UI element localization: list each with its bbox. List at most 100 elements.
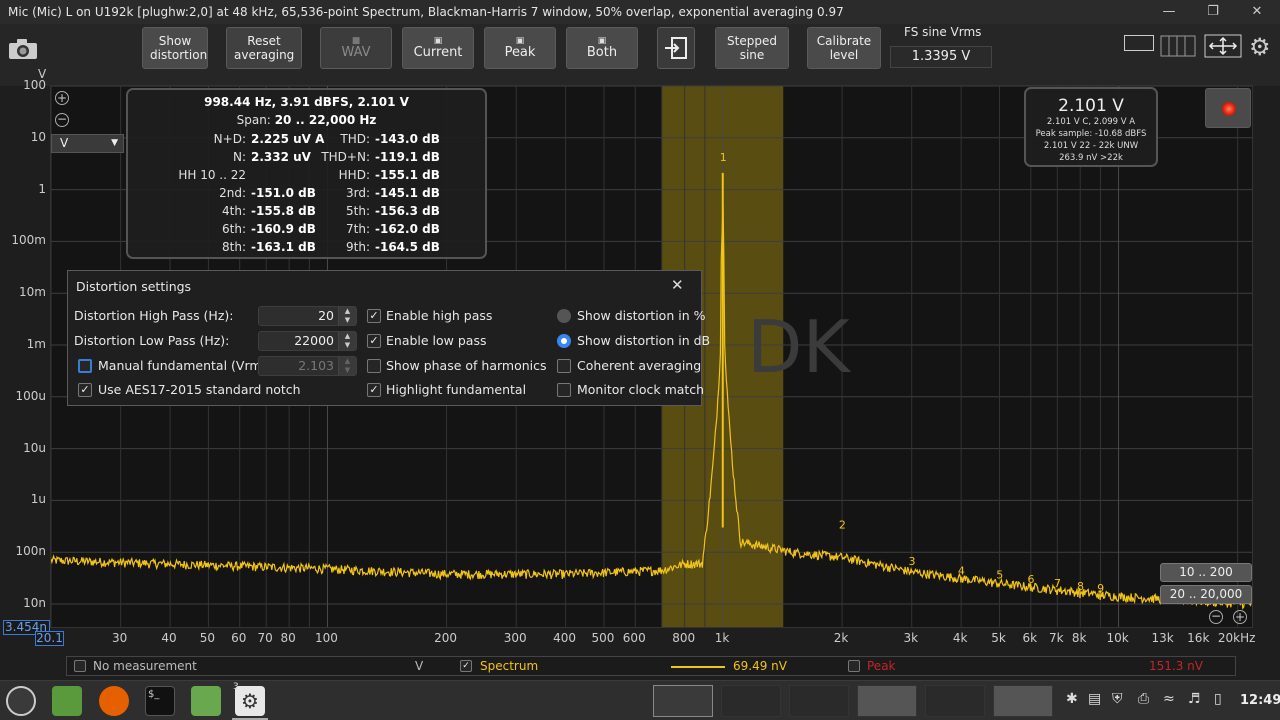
record-icon [1222,102,1236,116]
wav-label: WAV [341,44,371,60]
harmonic-label: 9 [1097,582,1104,595]
both-button[interactable]: ▣ Both [566,27,638,69]
volume-icon[interactable]: ♬ [1188,691,1201,707]
coherent-averaging-label: Coherent averaging [577,358,702,373]
peak-label: Peak [867,659,896,673]
distortion-db-label: Show distortion in dB [577,333,711,348]
x-tick-label: 13k [1151,631,1174,645]
aes17-checkbox[interactable]: ✓ [78,383,92,397]
close-icon[interactable]: ✕ [1246,2,1268,22]
x-zoom-in-icon[interactable]: + [1233,610,1247,624]
range-button-10-200[interactable]: 10 .. 200 [1160,563,1252,582]
x-tick-label: 16k [1187,631,1210,645]
y-tick-label: 100n [15,544,46,559]
harmonic-label: 3 [908,555,915,568]
x-min-input[interactable]: 20.1 [35,631,64,646]
workspace-2[interactable] [721,685,781,717]
enable-high-pass-label: Enable high pass [386,308,493,323]
monitor-clock-checkbox[interactable] [557,383,571,397]
manual-fundamental-checkbox[interactable] [78,359,92,373]
gear-icon[interactable]: ⚙ [235,686,265,716]
reset-averaging-button[interactable]: Reset averaging [226,27,302,69]
gear-icon[interactable]: ⚙ [1249,35,1273,59]
shield-icon[interactable]: ⛨ [1112,691,1123,707]
wifi-icon[interactable]: ≈ [1163,691,1175,707]
x-tick-label: 600 [622,631,646,645]
no-measurement-checkbox[interactable] [74,660,86,672]
phase-harmonics-checkbox[interactable] [367,359,381,373]
both-label: Both [586,44,618,60]
x-zoom-out-icon[interactable]: − [1209,610,1223,624]
stat-right-value: -143.0 dB [375,132,440,146]
peak-label: Peak [504,44,536,60]
split-view-icon[interactable] [1160,35,1196,57]
reset-averaging-label: Reset averaging [234,34,295,62]
bluetooth-icon[interactable]: ✱ [1066,691,1078,707]
distortion-db-radio[interactable] [557,334,571,348]
stat-right-value: -156.3 dB [375,204,440,218]
manual-fundamental-input[interactable]: 2.103 ▲ ▼ [258,356,357,376]
import-button[interactable] [657,27,695,69]
mint-menu-icon[interactable] [6,686,36,716]
y-tick-label: 1m [26,337,46,351]
peak-button[interactable]: ▣ Peak [484,27,556,69]
current-button[interactable]: ▣ Current [402,27,474,69]
fs-sine-input[interactable]: 1.3395 V [890,46,992,68]
high-pass-input[interactable]: 20 ▲ ▼ [258,306,357,326]
workspace-1[interactable] [653,685,713,717]
files-icon[interactable] [191,686,221,716]
calibrate-level-button[interactable]: Calibrate level [807,27,881,69]
show-distortion-label: Show distortion [150,34,208,62]
firefox-icon[interactable] [99,686,129,716]
terminal-icon[interactable]: $_ [145,686,175,716]
maximize-icon[interactable]: ❐ [1202,2,1224,22]
workspace-3[interactable] [789,685,849,717]
stepped-sine-button[interactable]: Stepped sine [715,27,789,69]
record-button[interactable] [1205,88,1251,128]
minimize-icon[interactable]: — [1158,2,1180,22]
show-desktop-icon[interactable] [52,686,82,716]
spinner-icon[interactable]: ▲ ▼ [338,307,356,325]
level-panel: 2.101 V 2.101 V C, 2.099 V A Peak sample… [1024,87,1158,167]
span-value: 20 .. 22,000 Hz [274,113,377,127]
show-distortion-button[interactable]: Show distortion [142,27,208,69]
single-view-icon[interactable] [1124,35,1154,51]
distortion-percent-label: Show distortion in % [577,308,706,323]
zoom-in-icon[interactable]: + [55,91,69,105]
printer-icon[interactable]: ⎙ [1138,691,1149,707]
stat-left-label: N+D: [213,132,246,146]
peak-checkbox[interactable] [848,660,860,672]
x-tick-label: 1k [714,631,730,645]
stepped-sine-label: Stepped sine [727,34,777,62]
low-pass-input[interactable]: 22000 ▲ ▼ [258,331,357,351]
workspace-6[interactable] [993,685,1053,717]
clipboard-icon[interactable]: ▤ [1088,691,1101,707]
zoom-out-icon[interactable]: − [55,113,69,127]
clock: 12:49 [1240,693,1280,708]
fs-sine-label: FS sine Vrms [904,25,982,39]
distortion-percent-radio[interactable] [557,309,571,323]
enable-high-pass-checkbox[interactable]: ✓ [367,309,381,323]
camera-icon[interactable] [8,38,38,60]
legend-bar: No measurement V ✓ Spectrum 69.49 nV Pea… [66,656,1236,676]
calibrate-level-label: Calibrate level [816,34,872,62]
battery-icon[interactable]: ▯ [1214,691,1222,707]
highlight-fundamental-checkbox[interactable]: ✓ [367,383,381,397]
unit-select[interactable]: V ▼ [51,134,124,153]
spinner-icon[interactable]: ▲ ▼ [338,357,356,375]
workspace-4[interactable] [857,685,917,717]
spinner-icon[interactable]: ▲ ▼ [338,332,356,350]
stat-right-label: 9th: [346,240,370,254]
workspace-5[interactable] [925,685,985,717]
spectrum-checkbox[interactable]: ✓ [460,660,472,672]
wav-button[interactable]: ■ WAV [320,27,392,69]
watermark: DK [747,305,851,389]
coherent-averaging-checkbox[interactable] [557,359,571,373]
fullscreen-icon[interactable] [1204,34,1242,58]
close-icon[interactable]: ✕ [671,276,684,294]
range-button-20-20000[interactable]: 20 .. 20,000 [1160,585,1252,604]
harmonic-label: 8 [1077,580,1084,593]
enable-low-pass-checkbox[interactable]: ✓ [367,334,381,348]
chevron-down-icon: ▼ [111,138,118,148]
span-label: Span: [236,113,271,127]
